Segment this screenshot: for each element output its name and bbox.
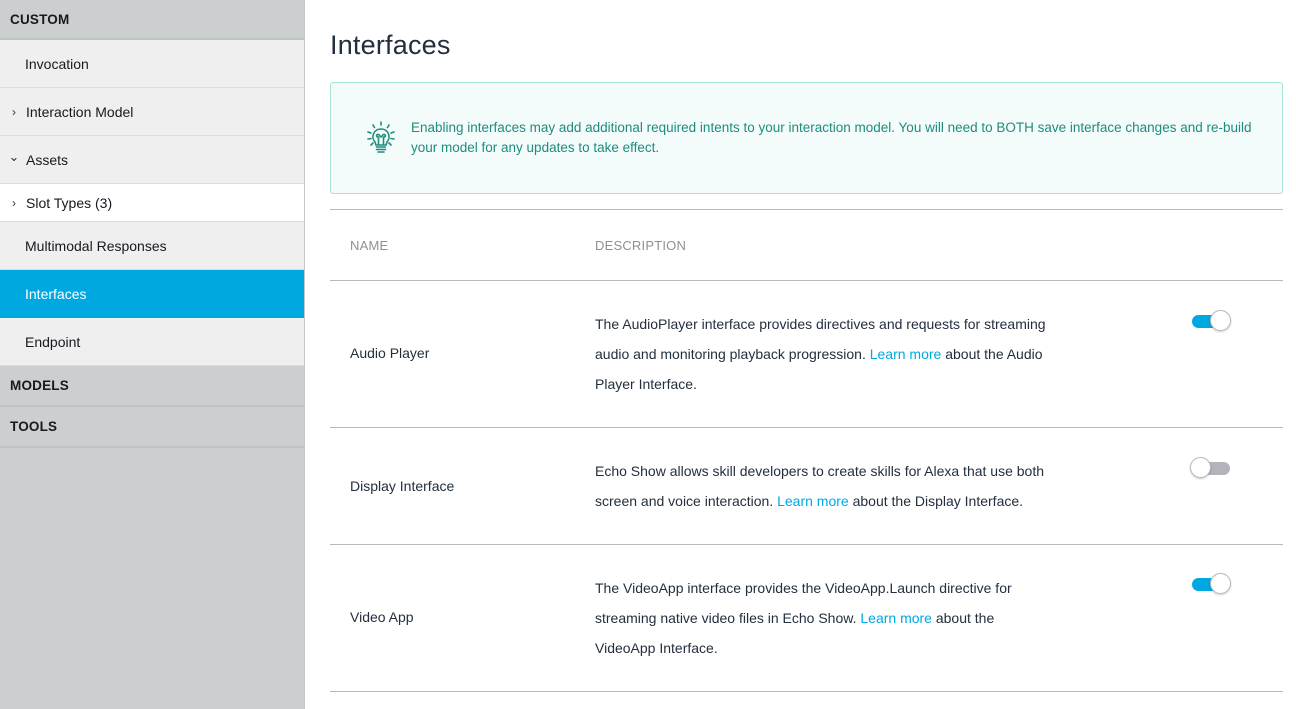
info-text: Enabling interfaces may add additional r… [411, 120, 1252, 155]
sidebar-item-assets[interactable]: ⌄ Assets [0, 136, 304, 184]
table-row: Audio Player The AudioPlayer interface p… [330, 281, 1283, 428]
table-row: Video App The VideoApp interface provide… [330, 545, 1283, 692]
sidebar-item-multimodal-responses[interactable]: Multimodal Responses [0, 222, 304, 270]
sidebar-item-label: Multimodal Responses [25, 237, 167, 254]
toggle-knob [1210, 310, 1231, 331]
sidebar-item-label: Slot Types (3) [26, 194, 113, 211]
sidebar-item-invocation[interactable]: Invocation [0, 40, 304, 88]
sidebar-item-interfaces[interactable]: Interfaces [0, 270, 304, 318]
sidebar-item-label: Endpoint [25, 333, 81, 350]
interface-name: Audio Player [350, 345, 430, 361]
column-header-description: DESCRIPTION [595, 238, 687, 253]
lightbulb-icon [367, 121, 395, 153]
chevron-down-icon[interactable]: ⌄ [0, 149, 26, 165]
toggle-knob [1210, 573, 1231, 594]
interface-description: The VideoApp interface provides the Vide… [595, 573, 1055, 663]
column-header-name: NAME [350, 238, 389, 253]
toggle-knob [1190, 457, 1211, 478]
interface-description: Echo Show allows skill developers to cre… [595, 456, 1055, 516]
display-interface-toggle[interactable] [1190, 457, 1232, 479]
interface-name: Video App [350, 609, 414, 625]
interface-name: Display Interface [350, 478, 455, 494]
chevron-right-icon[interactable]: › [0, 196, 26, 210]
section-tools[interactable]: TOOLS [0, 407, 304, 448]
interface-description: The AudioPlayer interface provides direc… [595, 309, 1055, 399]
learn-more-link[interactable]: Learn more [870, 346, 942, 362]
section-custom[interactable]: CUSTOM [0, 0, 304, 40]
audio-player-toggle[interactable] [1190, 310, 1232, 332]
table-header: NAME DESCRIPTION [330, 209, 1283, 281]
sidebar-item-label: Interaction Model [26, 103, 134, 120]
sidebar-item-interaction-model[interactable]: › Interaction Model [0, 88, 304, 136]
chevron-right-icon[interactable]: › [0, 105, 26, 119]
page-title: Interfaces [330, 30, 451, 60]
sidebar: CUSTOM Invocation › Interaction Model ⌄ … [0, 0, 305, 709]
learn-more-link[interactable]: Learn more [777, 493, 849, 509]
section-models[interactable]: MODELS [0, 366, 304, 407]
info-banner: Enabling interfaces may add additional r… [330, 82, 1283, 194]
learn-more-link[interactable]: Learn more [860, 610, 932, 626]
sidebar-item-endpoint[interactable]: Endpoint [0, 318, 304, 366]
sidebar-item-label: Assets [26, 151, 69, 168]
description-text: about the Display Interface. [848, 493, 1024, 509]
table-row: Display Interface Echo Show allows skill… [330, 428, 1283, 545]
sidebar-item-label: Interfaces [25, 285, 87, 302]
sidebar-item-label: Invocation [25, 55, 89, 72]
video-app-toggle[interactable] [1190, 573, 1232, 595]
sidebar-item-slot-types[interactable]: › Slot Types (3) [0, 184, 304, 222]
interfaces-table: NAME DESCRIPTION Audio Player The AudioP… [330, 209, 1283, 692]
